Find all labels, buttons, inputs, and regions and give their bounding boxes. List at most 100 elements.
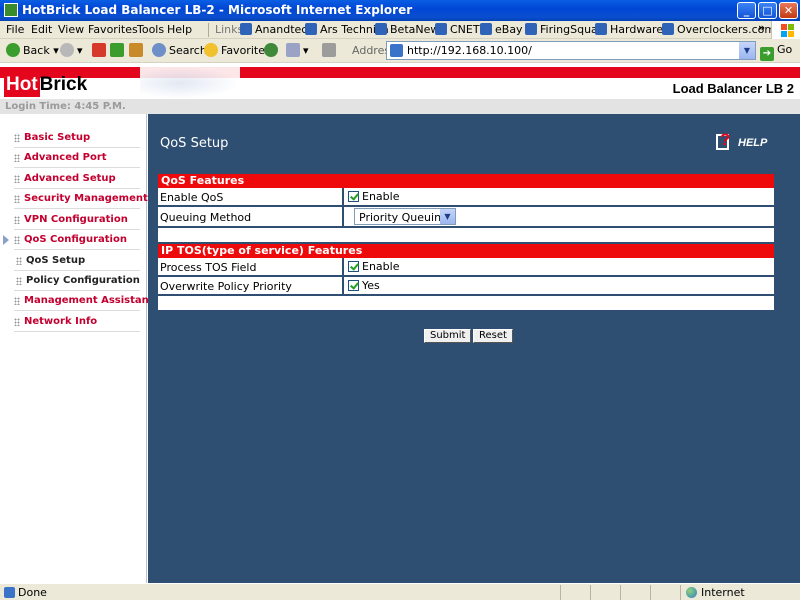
queuing-method-row: Queuing Method Priority Queuing ▼ <box>158 207 774 227</box>
sidebar-item-advanced-setup[interactable]: Advanced Setup <box>14 170 140 189</box>
checkbox-checked-icon[interactable] <box>348 280 359 291</box>
link-firingsquad[interactable]: FiringSquad <box>525 23 605 36</box>
status-bar: Done Internet <box>0 583 800 600</box>
submit-button[interactable]: Submit <box>424 329 472 343</box>
enable-qos-row: Enable QoS Enable <box>158 188 774 206</box>
sidebar-item-advanced-port[interactable]: Advanced Port <box>14 149 140 168</box>
page-icon <box>305 23 317 35</box>
queuing-method-select[interactable]: Priority Queuing ▼ <box>354 208 456 225</box>
refresh-icon <box>110 43 124 57</box>
close-button[interactable]: ✕ <box>779 2 798 19</box>
dots-icon <box>16 277 22 285</box>
home-button[interactable] <box>129 43 146 57</box>
help-label: HELP <box>738 137 768 149</box>
print-button[interactable] <box>322 43 339 57</box>
minimize-button[interactable]: _ <box>737 2 756 19</box>
tos-features-header: IP TOS(type of service) Features <box>158 244 774 258</box>
stop-button[interactable] <box>92 43 109 57</box>
product-name: Load Balancer LB 2 <box>672 81 794 96</box>
back-button[interactable]: Back ▾ <box>6 43 59 57</box>
refresh-button[interactable] <box>110 43 127 57</box>
status-text: Done <box>18 586 47 599</box>
menu-separator <box>208 23 209 37</box>
forward-button[interactable]: ▾ <box>60 43 83 57</box>
address-url[interactable]: http://192.168.10.100/ <box>407 44 532 57</box>
hotbrick-logo: Hot Brick <box>4 73 88 97</box>
dots-icon <box>14 175 20 183</box>
tos-spacer <box>158 296 774 310</box>
enable-qos-checkbox[interactable]: Enable <box>348 190 399 203</box>
page-title: QoS Setup <box>160 136 229 151</box>
sidebar-item-management-assistant[interactable]: Management Assistant <box>14 292 154 311</box>
address-bar[interactable]: http://192.168.10.100/ ▼ <box>386 41 756 60</box>
favorites-button[interactable]: Favorites <box>204 43 271 57</box>
process-tos-label: Process TOS Field <box>160 261 257 274</box>
enable-qos-label: Enable QoS <box>160 191 224 204</box>
search-button[interactable]: Search <box>152 43 207 57</box>
sidebar-item-security-management[interactable]: Security Management <box>14 190 148 209</box>
menu-favorites[interactable]: Favorites <box>88 23 138 36</box>
world-map-graphic <box>140 67 240 99</box>
security-zone: Internet <box>686 586 745 599</box>
sidebar-item-network-info[interactable]: Network Info <box>14 313 140 332</box>
dots-icon <box>14 134 20 142</box>
chevron-down-icon[interactable]: ▼ <box>440 209 455 224</box>
menu-edit[interactable]: Edit <box>31 23 52 36</box>
dots-icon <box>14 236 20 244</box>
print-icon <box>322 43 336 57</box>
browser-toolbar: Back ▾ ▾ Search Favorites ▾ Address http… <box>0 39 800 63</box>
go-button[interactable]: ➔ Go <box>760 43 792 61</box>
window-title-bar[interactable]: HotBrick Load Balancer LB-2 - Microsoft … <box>0 0 800 21</box>
page-done-icon <box>4 587 15 598</box>
sidebar-item-qos-setup[interactable]: QoS Setup <box>14 252 140 271</box>
page-icon <box>525 23 537 35</box>
menu-help[interactable]: Help <box>167 23 192 36</box>
checkbox-checked-icon[interactable] <box>348 191 359 202</box>
sidebar-item-policy-configuration[interactable]: Policy Configuration <box>14 272 140 291</box>
go-arrow-icon: ➔ <box>760 47 774 61</box>
help-button[interactable]: ? HELP <box>716 130 776 154</box>
mail-button[interactable]: ▾ <box>286 43 309 57</box>
stop-icon <box>92 43 106 57</box>
home-icon <box>129 43 143 57</box>
history-button[interactable] <box>264 43 281 57</box>
page-icon <box>435 23 447 35</box>
active-arrow-icon <box>3 235 9 245</box>
dots-icon <box>14 318 20 326</box>
search-icon <box>152 43 166 57</box>
process-tos-row: Process TOS Field Enable <box>158 258 774 276</box>
checkbox-checked-icon[interactable] <box>348 261 359 272</box>
windows-logo-icon <box>771 21 800 39</box>
header-red-bar <box>0 67 800 78</box>
question-mark-icon: ? <box>720 130 731 149</box>
reset-button[interactable]: Reset <box>473 329 513 343</box>
link-anandtech[interactable]: Anandtech <box>240 23 314 36</box>
dots-icon <box>14 297 20 305</box>
menu-view[interactable]: View <box>58 23 84 36</box>
star-icon <box>204 43 218 57</box>
page-icon <box>480 23 492 35</box>
maximize-button[interactable]: □ <box>758 2 777 19</box>
overwrite-priority-checkbox[interactable]: Yes <box>348 279 380 292</box>
internet-globe-icon <box>686 587 697 598</box>
address-dropdown-icon[interactable]: ▼ <box>739 42 755 59</box>
link-ebay[interactable]: eBay <box>480 23 523 36</box>
mail-icon <box>286 43 300 57</box>
dots-icon <box>14 154 20 162</box>
menu-file[interactable]: File <box>6 23 24 36</box>
qos-spacer <box>158 228 774 242</box>
page-icon <box>375 23 387 35</box>
dots-icon <box>16 257 22 265</box>
sidebar-item-basic-setup[interactable]: Basic Setup <box>14 129 140 148</box>
sidebar-item-qos-configuration[interactable]: QoS Configuration <box>14 231 140 250</box>
menu-tools[interactable]: Tools <box>137 23 164 36</box>
dots-icon <box>14 216 20 224</box>
sidebar-item-vpn-configuration[interactable]: VPN Configuration <box>14 211 140 230</box>
process-tos-checkbox[interactable]: Enable <box>348 260 399 273</box>
page-icon <box>240 23 252 35</box>
link-cnet[interactable]: CNET <box>435 23 480 36</box>
page-icon <box>390 44 403 57</box>
links-more-chevron[interactable]: » <box>758 21 765 34</box>
menu-bar: File Edit View Favorites Tools Help Link… <box>0 21 800 39</box>
qos-features-header: QoS Features <box>158 174 774 188</box>
